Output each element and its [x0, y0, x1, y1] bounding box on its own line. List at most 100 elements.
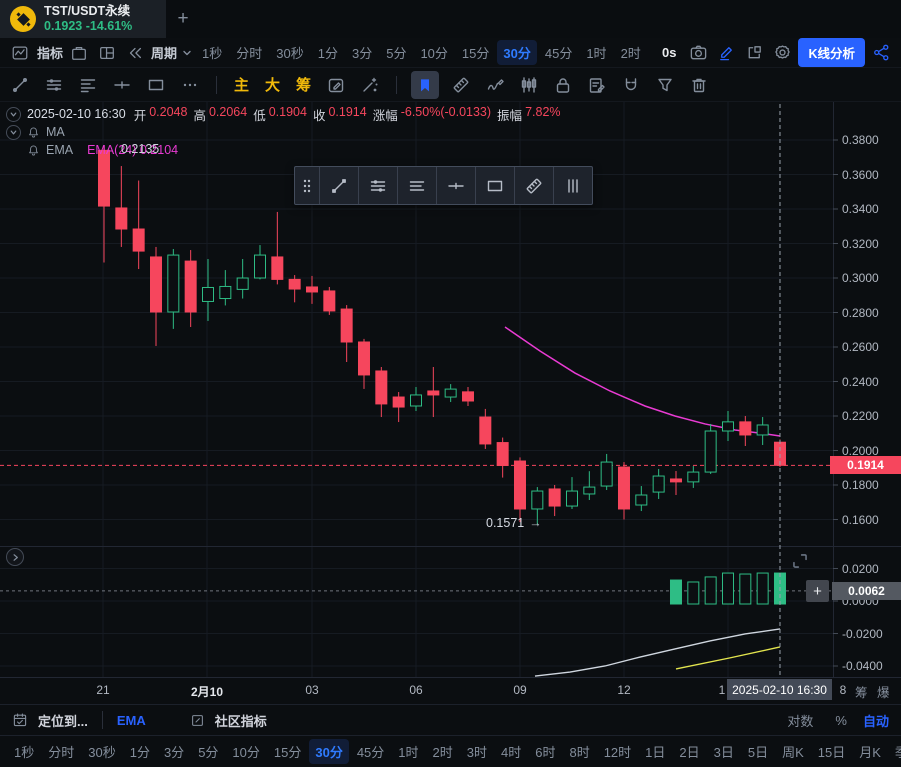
kline-analysis-button[interactable]: K线分析	[798, 38, 865, 67]
template-button[interactable]	[67, 41, 91, 65]
add-order-button[interactable]: +	[806, 580, 829, 602]
interval-bottom-bar: 1秒分时30秒1分3分5分10分15分30分45分1时2时3时4时6时8时12时…	[0, 735, 901, 766]
ruler-button[interactable]	[449, 73, 473, 97]
interval-button-5分[interactable]: 5分	[380, 40, 412, 65]
signature-draw-button[interactable]	[483, 73, 507, 97]
interval-button-5分[interactable]: 5分	[192, 739, 224, 764]
pane-maximize-icon[interactable]	[789, 550, 811, 572]
interval-button-15分[interactable]: 15分	[456, 40, 495, 65]
rectangle-tool[interactable]	[475, 167, 514, 204]
main-chart-button[interactable]: 主	[231, 74, 252, 95]
liquidation-axis-button[interactable]: 爆	[877, 682, 890, 701]
interval-button-3时[interactable]: 3时	[461, 739, 493, 764]
large-view-button[interactable]: 大	[262, 74, 283, 95]
interval-button-4时[interactable]: 4时	[495, 739, 527, 764]
interval-button-12时[interactable]: 12时	[598, 739, 637, 764]
popout-button[interactable]	[742, 41, 766, 65]
interval-button-5日[interactable]: 5日	[742, 739, 774, 764]
delete-button[interactable]	[687, 73, 711, 97]
interval-button-30秒[interactable]: 30秒	[270, 40, 309, 65]
parallel-channel-tool[interactable]	[358, 167, 397, 204]
interval-button-周K[interactable]: 周K	[776, 739, 810, 764]
settings-gear-button[interactable]	[770, 41, 794, 65]
interval-button-2时[interactable]: 2时	[427, 739, 459, 764]
trend-line-tool[interactable]	[8, 73, 32, 97]
screenshot-button[interactable]	[686, 41, 710, 65]
fib-retracement-tool[interactable]	[76, 73, 100, 97]
auto-scale-button[interactable]: 自动	[863, 711, 889, 730]
trend-line-tool[interactable]	[319, 167, 358, 204]
filter-button[interactable]	[653, 73, 677, 97]
interval-button-15分[interactable]: 15分	[268, 739, 307, 764]
interval-button-15日[interactable]: 15日	[812, 739, 851, 764]
interval-button-季K[interactable]: 季K	[889, 739, 901, 764]
magic-wand-button[interactable]	[358, 73, 382, 97]
volume-bar	[757, 573, 768, 604]
drag-handle[interactable]	[295, 167, 319, 204]
symbol-tab[interactable]: TST/USDT永续 0.1923 -14.61%	[0, 0, 166, 38]
interval-button-1分[interactable]: 1分	[312, 40, 344, 65]
time-axis-label: 1	[719, 683, 726, 697]
ema-tab[interactable]: EMA	[117, 713, 146, 728]
interval-button-30分[interactable]: 30分	[309, 739, 348, 764]
bookmark-button[interactable]	[411, 71, 439, 99]
interval-button-3日[interactable]: 3日	[708, 739, 740, 764]
symbol-price-change: 0.1923 -14.61%	[44, 19, 132, 34]
note-edit-button[interactable]	[585, 73, 609, 97]
interval-button-2日[interactable]: 2日	[673, 739, 705, 764]
interval-button-2时[interactable]: 2时	[615, 40, 647, 65]
ruler-tool[interactable]	[514, 167, 553, 204]
vertical-lines-tool[interactable]	[553, 167, 592, 204]
collapse-ohlc-icon[interactable]	[6, 107, 21, 122]
ma-indicator-label[interactable]: MA	[46, 125, 65, 139]
rectangle-tool[interactable]	[144, 73, 168, 97]
interval-button-10分[interactable]: 10分	[226, 739, 265, 764]
interval-button-30秒[interactable]: 30秒	[82, 739, 121, 764]
interval-button-1时[interactable]: 1时	[392, 739, 424, 764]
interval-button-45分[interactable]: 45分	[539, 40, 578, 65]
interval-button-月K[interactable]: 月K	[853, 739, 887, 764]
interval-button-6时[interactable]: 6时	[529, 739, 561, 764]
locate-date-button[interactable]: 定位到...	[38, 711, 88, 730]
period-dropdown[interactable]: 周期	[151, 43, 192, 62]
chips-axis-button[interactable]: 筹	[855, 682, 868, 701]
interval-button-1日[interactable]: 1日	[639, 739, 671, 764]
interval-button-3分[interactable]: 3分	[158, 739, 190, 764]
candle-pattern-button[interactable]	[517, 73, 541, 97]
indicators-button[interactable]: 指标	[8, 41, 63, 65]
price-axis-label: 0.1600	[842, 513, 879, 527]
ema-indicator-label[interactable]: EMA	[46, 143, 73, 157]
interval-button-1分[interactable]: 1分	[124, 739, 156, 764]
magnet-button[interactable]	[619, 73, 643, 97]
interval-button-30分[interactable]: 30分	[497, 40, 536, 65]
chips-button[interactable]: 筹	[293, 74, 314, 95]
layout-button[interactable]	[95, 41, 119, 65]
lock-button[interactable]	[551, 73, 575, 97]
interval-button-10分[interactable]: 10分	[414, 40, 453, 65]
interval-button-3分[interactable]: 3分	[346, 40, 378, 65]
interval-button-1秒[interactable]: 1秒	[8, 739, 40, 764]
parallel-channel-tool[interactable]	[42, 73, 66, 97]
more-tools-button[interactable]	[178, 73, 202, 97]
draw-mode-button[interactable]	[714, 41, 738, 65]
interval-button-分时[interactable]: 分时	[230, 40, 268, 65]
alert-bell-icon[interactable]	[27, 126, 40, 139]
interval-button-45分[interactable]: 45分	[351, 739, 390, 764]
interval-button-1秒[interactable]: 1秒	[196, 40, 228, 65]
horizontal-line-tool[interactable]	[110, 73, 134, 97]
interval-button-8时[interactable]: 8时	[563, 739, 595, 764]
alert-bell-icon[interactable]	[27, 144, 40, 157]
share-button[interactable]	[869, 41, 893, 65]
percent-scale-button[interactable]: %	[829, 710, 853, 731]
new-tab-button[interactable]: +	[166, 0, 200, 38]
horizontal-line-tool[interactable]	[436, 167, 475, 204]
community-indicators-button[interactable]: 社区指标	[215, 711, 267, 730]
fib-retracement-tool[interactable]	[397, 167, 436, 204]
interval-button-1时[interactable]: 1时	[580, 40, 612, 65]
replay-back-button[interactable]	[123, 41, 147, 65]
log-scale-button[interactable]: 对数	[781, 708, 819, 733]
collapse-indicators-icon[interactable]	[6, 125, 21, 140]
annotate-button[interactable]	[324, 73, 348, 97]
pane-collapse-button[interactable]	[6, 548, 24, 566]
interval-button-分时[interactable]: 分时	[42, 739, 80, 764]
